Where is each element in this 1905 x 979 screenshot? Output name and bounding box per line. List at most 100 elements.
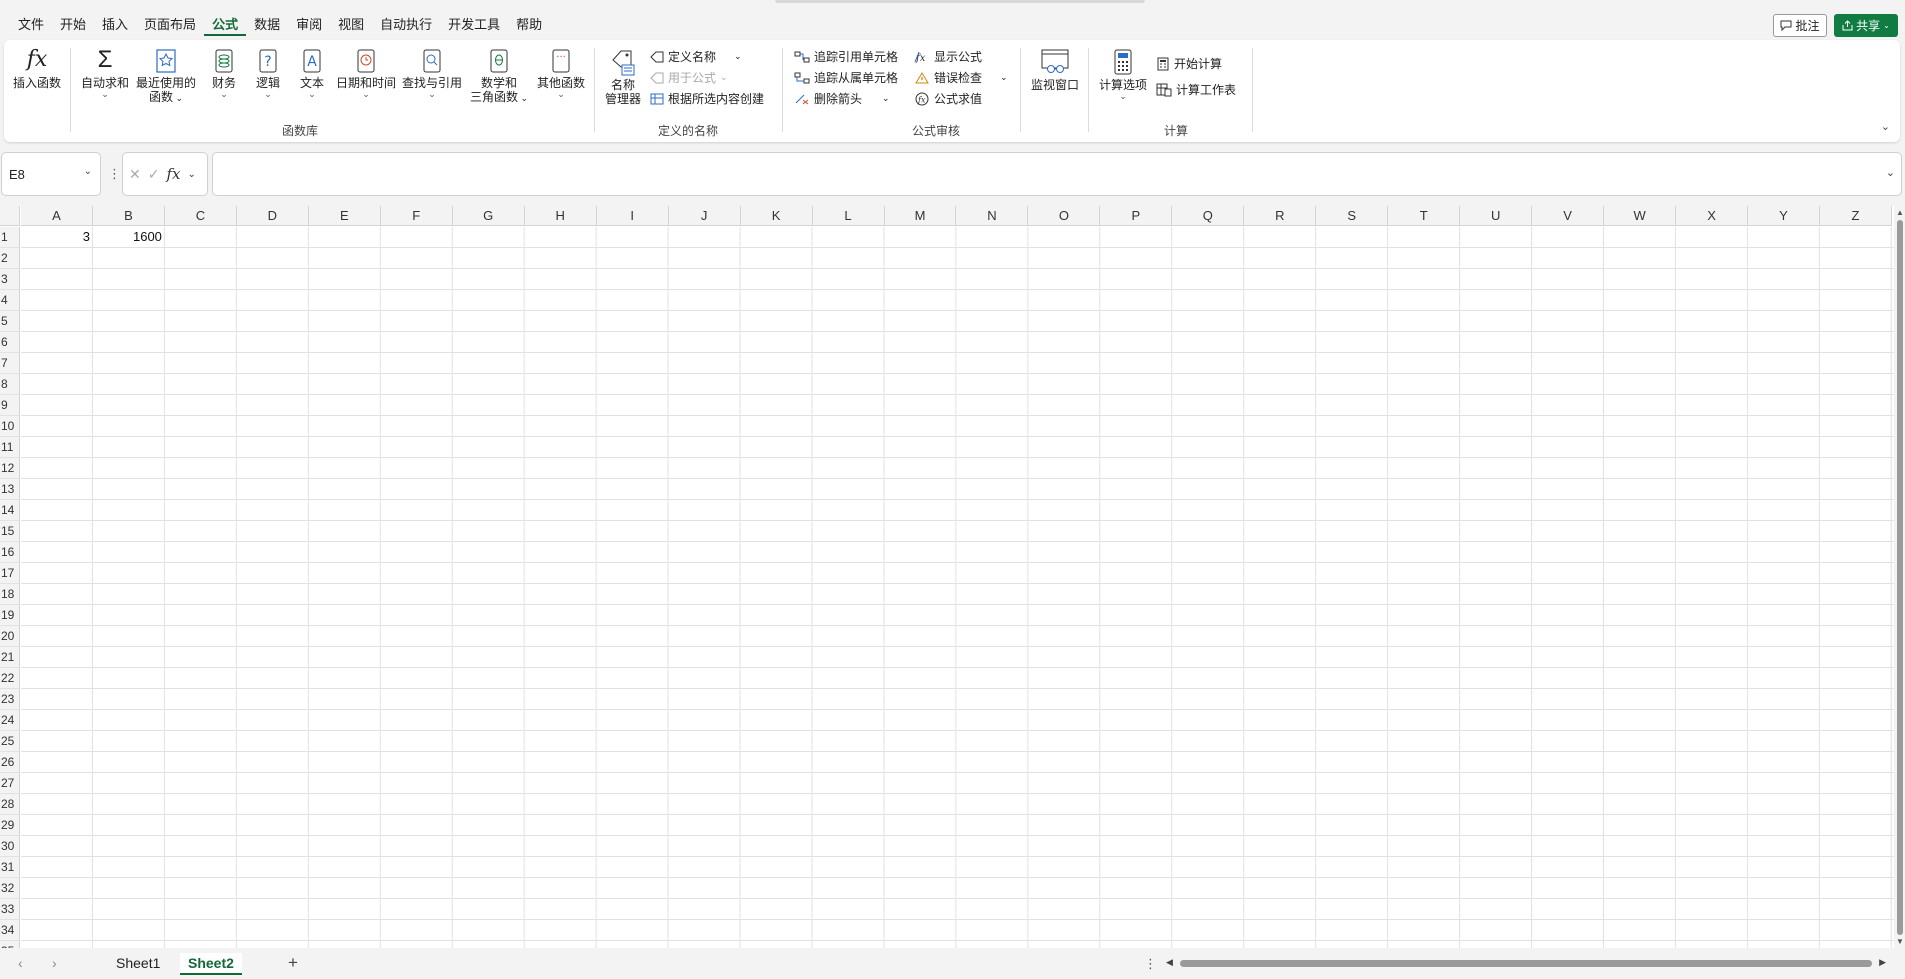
column-header[interactable]: E (308, 206, 381, 226)
calculation-options-button[interactable]: 计算选项 ⌄ (1096, 48, 1150, 101)
watch-window-button[interactable]: 监视窗口 (1028, 48, 1082, 92)
show-formulas-button[interactable]: fx 显示公式 (914, 48, 982, 65)
row-header[interactable]: 26 (0, 752, 20, 773)
remove-arrows-button[interactable]: 删除箭头 ⌄ (794, 90, 890, 107)
row-header[interactable]: 19 (0, 605, 20, 626)
next-sheet-icon[interactable]: › (52, 955, 57, 971)
logical-button[interactable]: ? 逻辑 ⌄ (250, 48, 286, 99)
column-header[interactable]: P (1100, 206, 1173, 226)
sheet-tab-sheet2[interactable]: Sheet2 (180, 953, 242, 975)
comments-button[interactable]: 批注 (1773, 14, 1827, 37)
column-header[interactable]: U (1460, 206, 1533, 226)
row-header[interactable]: 14 (0, 500, 20, 521)
column-header[interactable]: T (1388, 206, 1461, 226)
column-header[interactable]: Z (1820, 206, 1892, 226)
chevron-down-icon[interactable]: ⌄ (84, 166, 92, 177)
column-header[interactable]: L (812, 206, 885, 226)
lookup-reference-button[interactable]: 查找与引用 ⌄ (400, 48, 464, 99)
column-header[interactable]: C (164, 206, 237, 226)
menu-tab[interactable]: 自动执行 (372, 16, 440, 36)
financial-button[interactable]: 财务 ⌄ (204, 48, 244, 99)
menu-tab[interactable]: 公式 (204, 16, 247, 36)
recent-functions-button[interactable]: 最近使用的 函数 ⌄ (134, 48, 198, 105)
column-header[interactable]: M (884, 206, 957, 226)
row-header[interactable]: 32 (0, 878, 20, 899)
row-header[interactable]: 20 (0, 626, 20, 647)
row-header[interactable]: 11 (0, 437, 20, 458)
row-header[interactable]: 23 (0, 689, 20, 710)
vertical-scroll-thumb[interactable] (1897, 220, 1903, 935)
chevron-down-icon[interactable]: ⌄ (187, 169, 195, 180)
column-header[interactable]: Y (1748, 206, 1820, 226)
error-checking-button[interactable]: 错误检查 ⌄ (914, 69, 1008, 86)
create-from-selection-button[interactable]: 根据所选内容创建 (650, 90, 764, 107)
more-vertical-icon[interactable]: ⋮ (108, 166, 121, 182)
column-header[interactable]: F (380, 206, 453, 226)
name-manager-button[interactable]: 名称 管理器 (600, 48, 646, 106)
sheet-tab-sheet1[interactable]: Sheet1 (108, 953, 168, 975)
confirm-icon[interactable]: ✓ (148, 166, 160, 183)
column-header[interactable]: X (1676, 206, 1749, 226)
cancel-icon[interactable]: ✕ (129, 166, 141, 183)
row-header[interactable]: 8 (0, 374, 20, 395)
scroll-left-icon[interactable]: ◀ (1166, 957, 1173, 968)
horizontal-scroll-thumb[interactable] (1180, 960, 1872, 967)
more-vertical-icon[interactable]: ⋮ (1144, 956, 1157, 972)
column-header[interactable]: V (1532, 206, 1605, 226)
row-header[interactable]: 10 (0, 416, 20, 437)
column-header[interactable]: W (1604, 206, 1677, 226)
menu-tab[interactable]: 开始 (52, 16, 94, 36)
trace-precedents-button[interactable]: 追踪引用单元格 (794, 48, 898, 65)
title-search-handle[interactable] (775, 0, 1145, 3)
row-header[interactable]: 28 (0, 794, 20, 815)
autosum-button[interactable]: Σ 自动求和 ⌄ (78, 48, 132, 99)
row-header[interactable]: 21 (0, 647, 20, 668)
column-header[interactable]: D (236, 206, 309, 226)
row-header[interactable]: 31 (0, 857, 20, 878)
row-header[interactable]: 6 (0, 332, 20, 353)
column-header[interactable]: I (596, 206, 669, 226)
row-header[interactable]: 4 (0, 290, 20, 311)
menu-tab[interactable]: 文件 (10, 16, 52, 36)
row-header[interactable]: 27 (0, 773, 20, 794)
row-header[interactable]: 13 (0, 479, 20, 500)
row-header[interactable]: 3 (0, 269, 20, 290)
text-functions-button[interactable]: A 文本 ⌄ (294, 48, 330, 99)
menu-tab[interactable]: 视图 (330, 16, 372, 36)
expand-formula-bar-icon[interactable]: ⌄ (1886, 166, 1895, 179)
vertical-scrollbar[interactable]: ▲ ▼ (1894, 206, 1905, 948)
column-header[interactable]: G (452, 206, 525, 226)
menu-tab[interactable]: 页面布局 (136, 16, 204, 36)
column-header[interactable]: A (21, 206, 93, 226)
menu-tab[interactable]: 帮助 (508, 16, 550, 36)
row-header[interactable]: 2 (0, 248, 20, 269)
use-in-formula-button[interactable]: 用于公式 ⌄ (650, 69, 728, 86)
row-header[interactable]: 9 (0, 395, 20, 416)
datetime-button[interactable]: 日期和时间 ⌄ (334, 48, 398, 99)
row-header[interactable]: 18 (0, 584, 20, 605)
column-header[interactable]: B (92, 206, 165, 226)
column-header[interactable]: Q (1172, 206, 1245, 226)
cell-a1[interactable]: 3 (21, 227, 93, 247)
horizontal-scrollbar[interactable]: ◀ ▶ (1166, 957, 1886, 969)
row-header[interactable]: 24 (0, 710, 20, 731)
name-box[interactable]: E8 ⌄ (1, 152, 101, 196)
column-header[interactable]: J (668, 206, 741, 226)
insert-function-button[interactable]: fx 插入函数 (12, 48, 62, 91)
formula-input[interactable]: ⌄ (212, 152, 1902, 196)
scroll-down-icon[interactable]: ▼ (1896, 937, 1904, 946)
row-header[interactable]: 12 (0, 458, 20, 479)
menu-tab[interactable]: 开发工具 (440, 16, 508, 36)
cell-b1[interactable]: 1600 (93, 227, 165, 247)
select-all-corner[interactable] (0, 206, 20, 226)
column-header[interactable]: H (524, 206, 597, 226)
row-header[interactable]: 15 (0, 521, 20, 542)
menu-tab[interactable]: 数据 (246, 16, 288, 36)
ribbon-expand-icon[interactable]: ⌄ (1881, 120, 1890, 133)
column-header[interactable]: N (956, 206, 1029, 226)
row-header[interactable]: 30 (0, 836, 20, 857)
row-header[interactable]: 22 (0, 668, 20, 689)
row-header[interactable]: 16 (0, 542, 20, 563)
math-trig-button[interactable]: 数学和 三角函数 ⌄ (466, 48, 532, 105)
row-header[interactable]: 5 (0, 311, 20, 332)
